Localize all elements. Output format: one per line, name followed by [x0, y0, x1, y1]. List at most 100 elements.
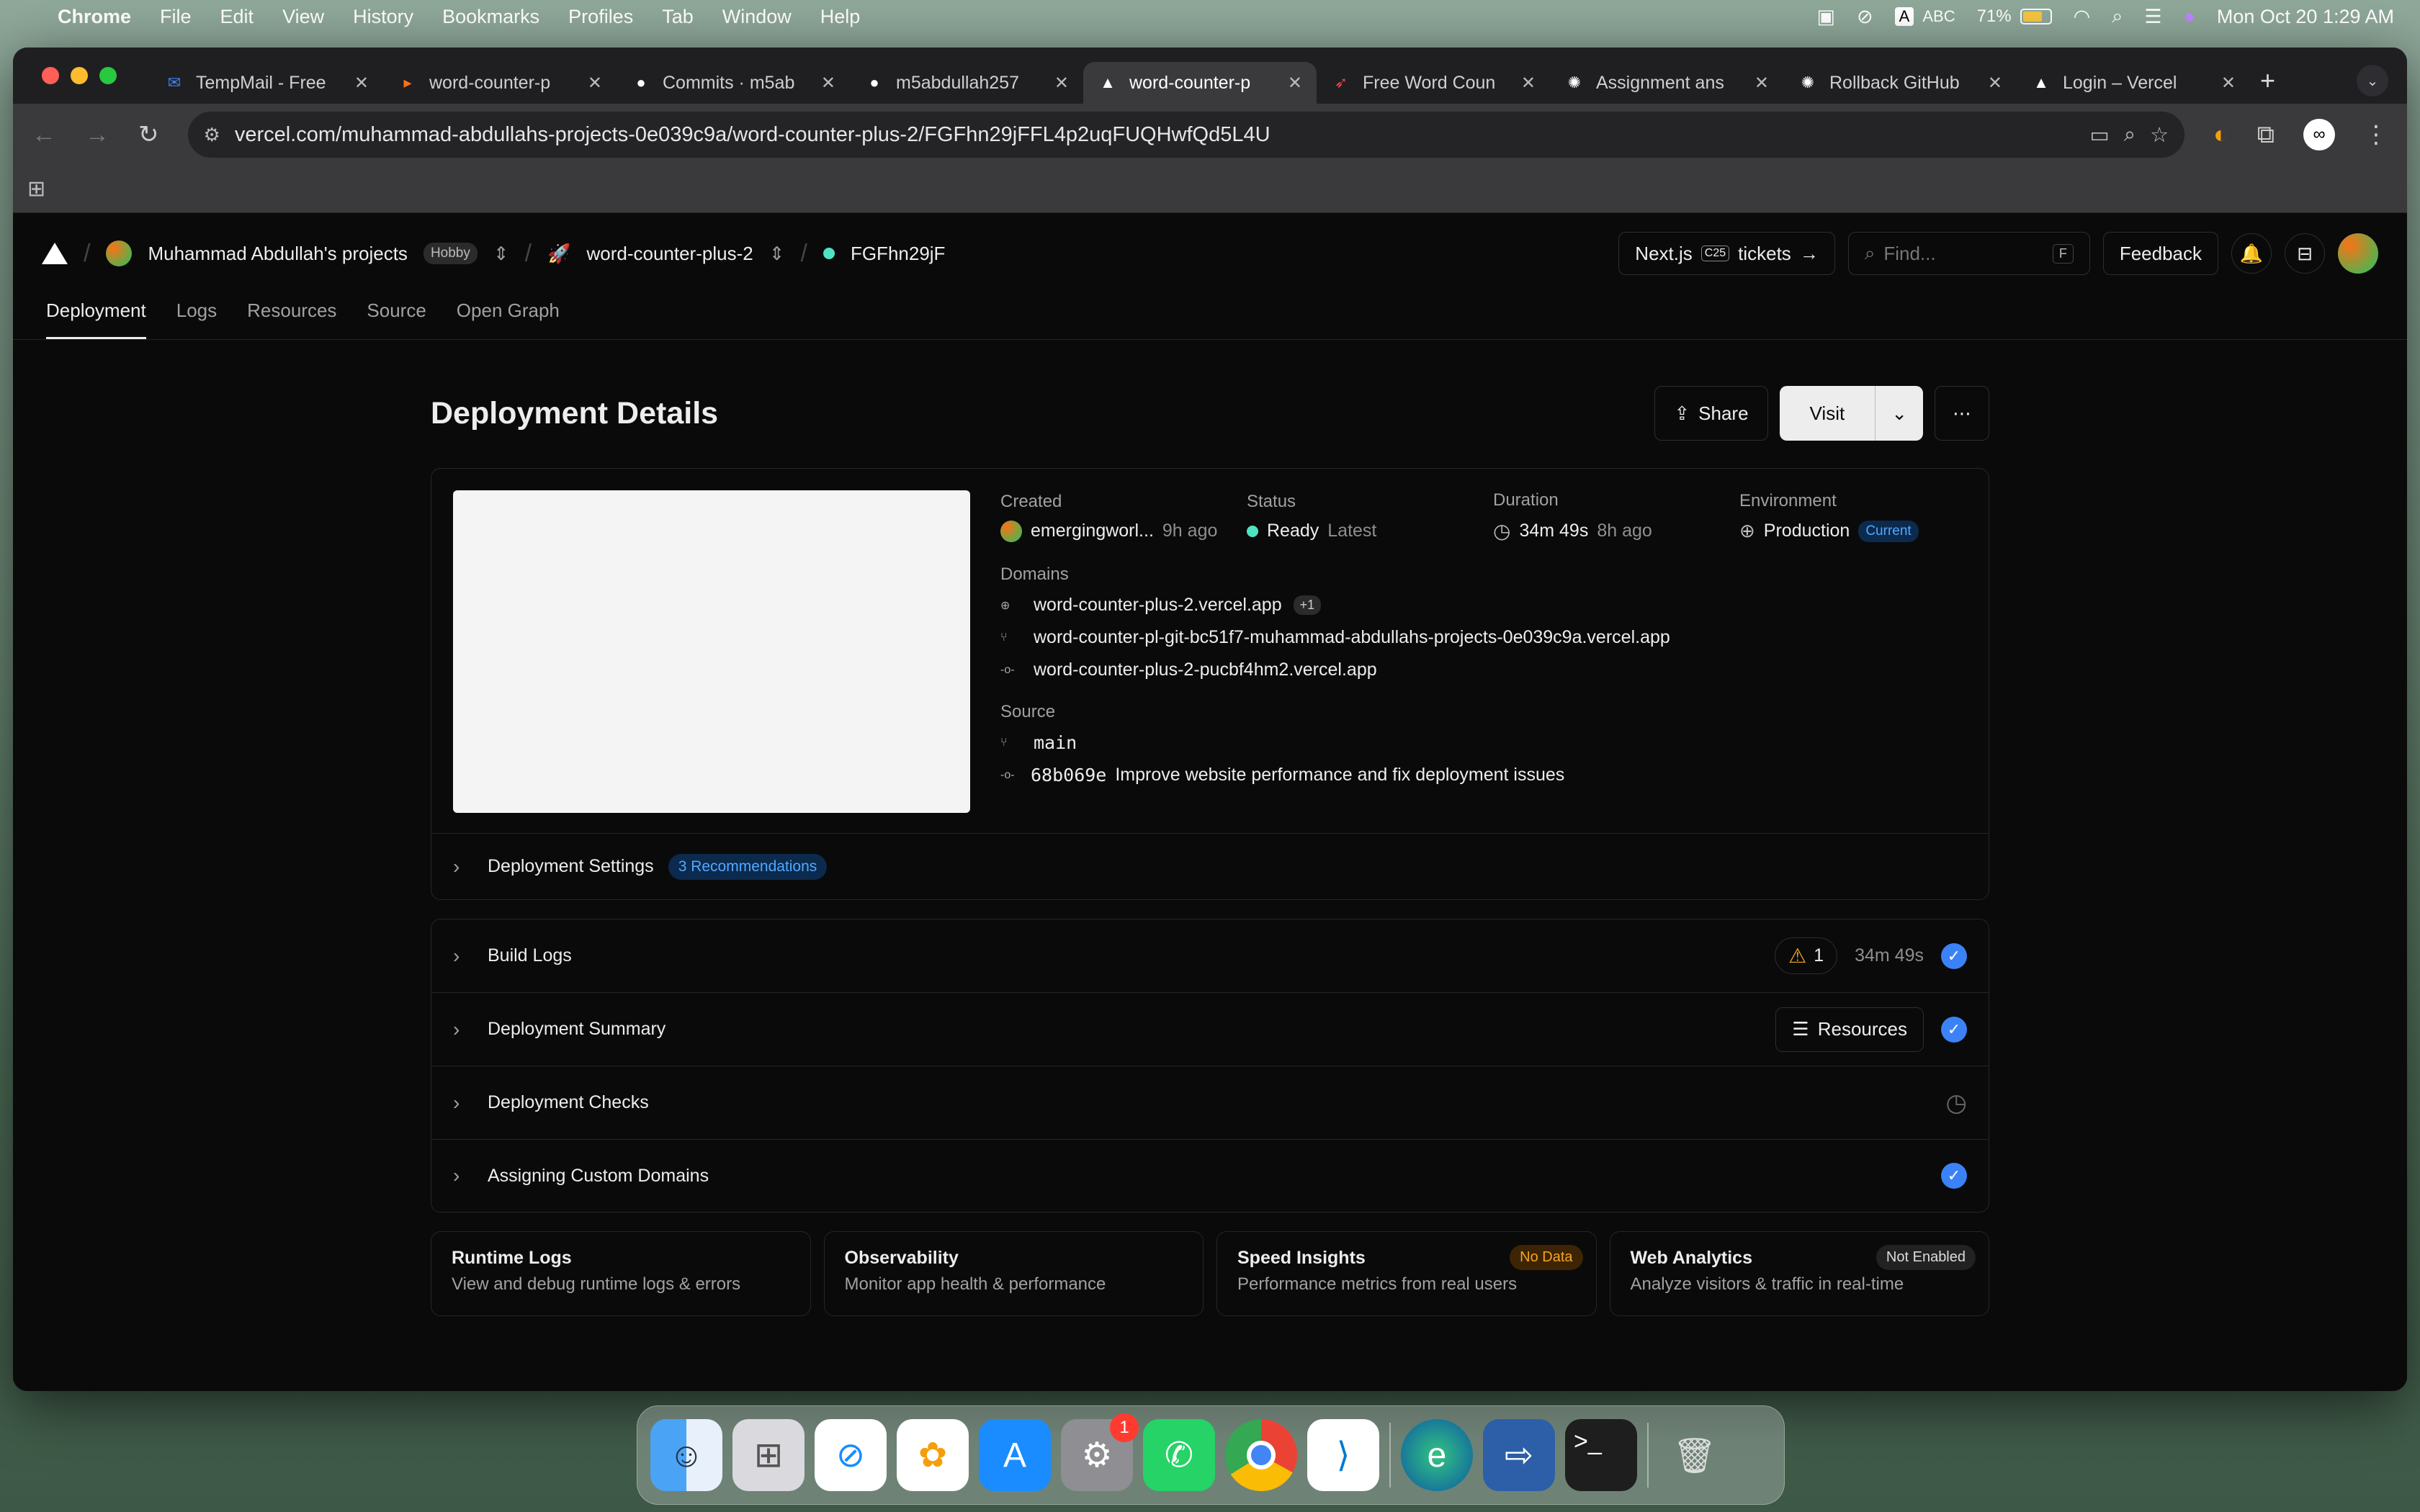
- forward-icon[interactable]: →: [85, 121, 109, 149]
- terminal-icon[interactable]: >_: [1565, 1419, 1637, 1491]
- close-tab-icon[interactable]: ✕: [1288, 73, 1302, 94]
- bookmark-star-icon[interactable]: ☆: [2150, 122, 2169, 148]
- chrome-icon[interactable]: [1225, 1419, 1297, 1491]
- close-tab-icon[interactable]: ✕: [2221, 73, 2236, 94]
- warnings-badge[interactable]: ⚠ 1: [1775, 937, 1838, 974]
- user-avatar[interactable]: [2338, 233, 2378, 274]
- finder-icon[interactable]: ☺: [650, 1419, 722, 1491]
- menu-history[interactable]: History: [353, 6, 413, 28]
- back-icon[interactable]: ←: [32, 121, 56, 149]
- compass-icon[interactable]: ⊘: [1857, 6, 1873, 28]
- observability-card[interactable]: Observability Monitor app health & perfo…: [823, 1231, 1204, 1316]
- menu-bookmarks[interactable]: Bookmarks: [442, 6, 539, 28]
- team-switcher-icon[interactable]: ⇕: [493, 243, 509, 265]
- zoom-window-button[interactable]: [99, 67, 117, 84]
- tab-deployment[interactable]: Deployment: [46, 300, 146, 339]
- resources-filter-button[interactable]: ☰ Resources: [1775, 1007, 1924, 1052]
- menu-edit[interactable]: Edit: [220, 6, 254, 28]
- deployment-checks-row[interactable]: › Deployment Checks ◷: [431, 1066, 1989, 1140]
- more-options-button[interactable]: ⋯: [1935, 386, 1989, 441]
- zoom-icon[interactable]: ⌕: [2124, 123, 2136, 147]
- close-tab-icon[interactable]: ✕: [1521, 73, 1536, 94]
- share-button[interactable]: ⇪ Share: [1654, 386, 1768, 441]
- url-text[interactable]: vercel.com/muhammad-abdullahs-projects-0…: [235, 123, 2076, 147]
- vercel-logo-icon[interactable]: [42, 243, 68, 264]
- browser-tab[interactable]: ▸ word-counter-p ✕: [383, 62, 617, 104]
- project-switcher-icon[interactable]: ⇕: [769, 243, 785, 265]
- branch-name[interactable]: main: [1034, 732, 1077, 753]
- reload-icon[interactable]: ↻: [138, 120, 159, 149]
- status-app-icon[interactable]: ▣: [1817, 6, 1836, 28]
- close-tab-icon[interactable]: ✕: [1754, 73, 1769, 94]
- domain-primary-link[interactable]: word-counter-plus-2.vercel.app: [1034, 595, 1282, 616]
- web-analytics-card[interactable]: Web Analytics Analyze visitors & traffic…: [1609, 1231, 1989, 1316]
- browser-tab[interactable]: ● Commits · m5ab ✕: [617, 62, 850, 104]
- menu-view[interactable]: View: [282, 6, 324, 28]
- photos-icon[interactable]: ✿: [897, 1419, 969, 1491]
- apps-grid-icon[interactable]: ⊞: [27, 176, 45, 202]
- migration-assistant-icon[interactable]: ⇨: [1483, 1419, 1555, 1491]
- menu-file[interactable]: File: [160, 6, 192, 28]
- address-bar[interactable]: ⚙ vercel.com/muhammad-abdullahs-projects…: [187, 112, 2185, 158]
- close-window-button[interactable]: [42, 67, 59, 84]
- menu-profiles[interactable]: Profiles: [568, 6, 633, 28]
- tab-resources[interactable]: Resources: [247, 300, 336, 339]
- site-info-icon[interactable]: ⚙: [204, 124, 220, 146]
- app-store-icon[interactable]: A: [979, 1419, 1051, 1491]
- team-name[interactable]: Muhammad Abdullah's projects: [148, 243, 407, 265]
- tab-logs[interactable]: Logs: [176, 300, 217, 339]
- browser-tab[interactable]: ✉ TempMail - Free ✕: [150, 62, 383, 104]
- battery-icon[interactable]: [2020, 9, 2052, 24]
- speed-insights-card[interactable]: Speed Insights Performance metrics from …: [1216, 1231, 1597, 1316]
- profile-sync-icon[interactable]: ∞: [2303, 119, 2335, 150]
- close-tab-icon[interactable]: ✕: [354, 73, 369, 94]
- deployment-settings-row[interactable]: › Deployment Settings 3 Recommendations: [431, 833, 1989, 899]
- browser-tab[interactable]: ✺ Rollback GitHub ✕: [1783, 62, 2017, 104]
- clock[interactable]: Mon Oct 20 1:29 AM: [2217, 6, 2394, 28]
- tab-open-graph[interactable]: Open Graph: [457, 300, 560, 339]
- visit-dropdown-chevron-icon[interactable]: ⌄: [1876, 386, 1923, 441]
- wifi-icon[interactable]: ◠: [2074, 6, 2091, 28]
- control-center-icon[interactable]: ☰: [2144, 6, 2161, 28]
- minimize-window-button[interactable]: [71, 67, 88, 84]
- commit-message[interactable]: Improve website performance and fix depl…: [1115, 765, 1564, 786]
- whatsapp-icon[interactable]: ✆: [1143, 1419, 1215, 1491]
- domain-branch-link[interactable]: word-counter-pl-git-bc51f7-muhammad-abdu…: [1034, 627, 1670, 648]
- docs-book-icon[interactable]: ⊟: [2285, 233, 2325, 274]
- edge-icon[interactable]: e: [1401, 1419, 1473, 1491]
- team-avatar[interactable]: [106, 240, 133, 266]
- deployment-summary-row[interactable]: › Deployment Summary ☰ Resources ✓: [431, 993, 1989, 1066]
- system-settings-icon[interactable]: ⚙ 1: [1061, 1413, 1139, 1491]
- build-logs-row[interactable]: › Build Logs ⚠ 1 34m 49s ✓: [431, 919, 1989, 993]
- custom-domains-row[interactable]: › Assigning Custom Domains ✓: [431, 1140, 1989, 1212]
- project-name[interactable]: word-counter-plus-2: [586, 243, 753, 265]
- recommendations-badge[interactable]: 3 Recommendations: [668, 853, 828, 880]
- notifications-bell-icon[interactable]: 🔔: [2231, 233, 2272, 274]
- deployment-preview-image[interactable]: [453, 490, 970, 813]
- vscode-icon[interactable]: ⟩: [1307, 1419, 1379, 1491]
- browser-tab[interactable]: ● m5abdullah257 ✕: [850, 62, 1083, 104]
- menu-help[interactable]: Help: [820, 6, 861, 28]
- tab-search-icon[interactable]: ⌄: [2357, 65, 2388, 96]
- nextjs-conf-button[interactable]: Next.js C25 tickets →: [1618, 232, 1835, 275]
- visit-button[interactable]: Visit: [1780, 386, 1876, 441]
- close-tab-icon[interactable]: ✕: [821, 73, 835, 94]
- domain-deployment-link[interactable]: word-counter-plus-2-pucbf4hm2.vercel.app: [1034, 660, 1377, 680]
- new-tab-icon[interactable]: +: [2260, 66, 2275, 96]
- safari-icon[interactable]: ⊘: [815, 1419, 887, 1491]
- feedback-button[interactable]: Feedback: [2102, 232, 2218, 275]
- trash-icon[interactable]: 🗑: [1659, 1419, 1731, 1491]
- commit-hash[interactable]: 68b069e: [1031, 765, 1106, 786]
- install-app-icon[interactable]: ▭: [2090, 122, 2110, 148]
- browser-tab[interactable]: ▲ Login – Vercel ✕: [2017, 62, 2250, 104]
- browser-tab[interactable]: ➶ Free Word Coun ✕: [1317, 62, 1550, 104]
- find-input[interactable]: ⌕ Find... F: [1847, 232, 2090, 275]
- input-source-icon[interactable]: A: [1894, 7, 1914, 26]
- close-tab-icon[interactable]: ✕: [1054, 73, 1069, 94]
- menu-app-name[interactable]: Chrome: [58, 6, 131, 28]
- tab-source[interactable]: Source: [367, 300, 426, 339]
- deployment-id[interactable]: FGFhn29jF: [851, 243, 946, 265]
- close-tab-icon[interactable]: ✕: [1988, 73, 2002, 94]
- launchpad-icon[interactable]: ⊞: [732, 1419, 805, 1491]
- extensions-puzzle-icon[interactable]: ⧉: [2257, 121, 2275, 149]
